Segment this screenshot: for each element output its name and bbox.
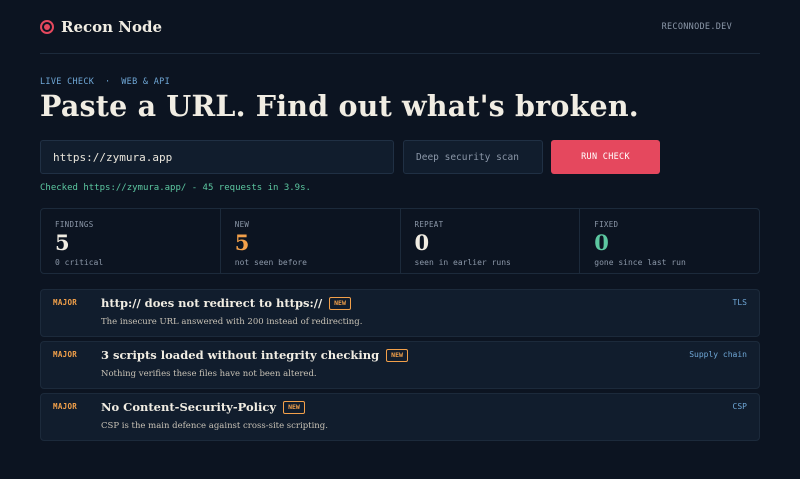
finding-title: 3 scripts loaded without integrity check… [101, 348, 380, 362]
stats-panel: FINDINGS 5 0 critical NEW 5 not seen bef… [40, 208, 760, 274]
brand-name: Recon Node [61, 17, 163, 36]
finding-description: The insecure URL answered with 200 inste… [101, 317, 363, 327]
severity-badge: MAJOR [53, 402, 78, 411]
finding-category[interactable]: Supply chain [689, 350, 747, 359]
stat-new: NEW 5 not seen before [219, 209, 400, 273]
finding-title: No Content-Security-Policy [101, 400, 277, 414]
stat-value: 5 [234, 230, 250, 255]
run-check-button[interactable]: RUN CHECK [551, 140, 660, 174]
finding-title: http:// does not redirect to https:// [101, 296, 323, 310]
stat-label: FIXED [594, 220, 619, 229]
severity-badge: MAJOR [53, 298, 78, 307]
stat-value: 0 [414, 230, 430, 255]
stat-sub: not seen before [234, 258, 307, 267]
eyebrow-label: LIVE CHECK · WEB & API [40, 77, 171, 87]
stat-sub: seen in earlier runs [414, 258, 511, 267]
severity-badge: MAJOR [53, 350, 78, 359]
stat-label: REPEAT [414, 220, 444, 229]
finding-row[interactable]: MAJOR 3 scripts loaded without integrity… [40, 341, 760, 389]
stat-value: 0 [594, 230, 609, 255]
stat-label: FINDINGS [55, 220, 94, 229]
scan-mode-select[interactable]: Deep security scan [403, 140, 543, 174]
finding-row[interactable]: MAJOR http:// does not redirect to https… [40, 289, 760, 337]
new-badge: NEW [386, 348, 408, 362]
status-message: Checked https://zymura.app/ - 45 request… [40, 183, 311, 193]
stat-sub: gone since last run [594, 258, 686, 267]
top-bar: Recon Node RECONNODE.DEV [40, 0, 760, 54]
stat-findings: FINDINGS 5 0 critical [41, 209, 220, 273]
finding-row[interactable]: MAJOR No Content-Security-Policy NEW CSP… [40, 393, 760, 441]
finding-category[interactable]: TLS [733, 298, 747, 307]
finding-description: CSP is the main defence against cross-si… [101, 421, 328, 431]
brand[interactable]: Recon Node [40, 18, 162, 36]
page-title: Paste a URL. Find out what's broken. [40, 89, 639, 123]
url-input[interactable]: https://zymura.app [40, 140, 394, 174]
finding-description: Nothing verifies these files have not be… [101, 369, 317, 379]
stat-sub: 0 critical [55, 258, 104, 267]
stat-label: NEW [234, 220, 250, 229]
record-dot-icon [40, 19, 54, 34]
stat-repeat: REPEAT 0 seen in earlier runs [399, 209, 580, 273]
stat-fixed: FIXED 0 gone since last run [579, 209, 759, 273]
new-badge: NEW [329, 296, 351, 310]
stat-value: 5 [55, 230, 70, 255]
new-badge: NEW [283, 400, 305, 414]
finding-category[interactable]: CSP [733, 402, 747, 411]
site-link[interactable]: RECONNODE.DEV [662, 22, 732, 32]
